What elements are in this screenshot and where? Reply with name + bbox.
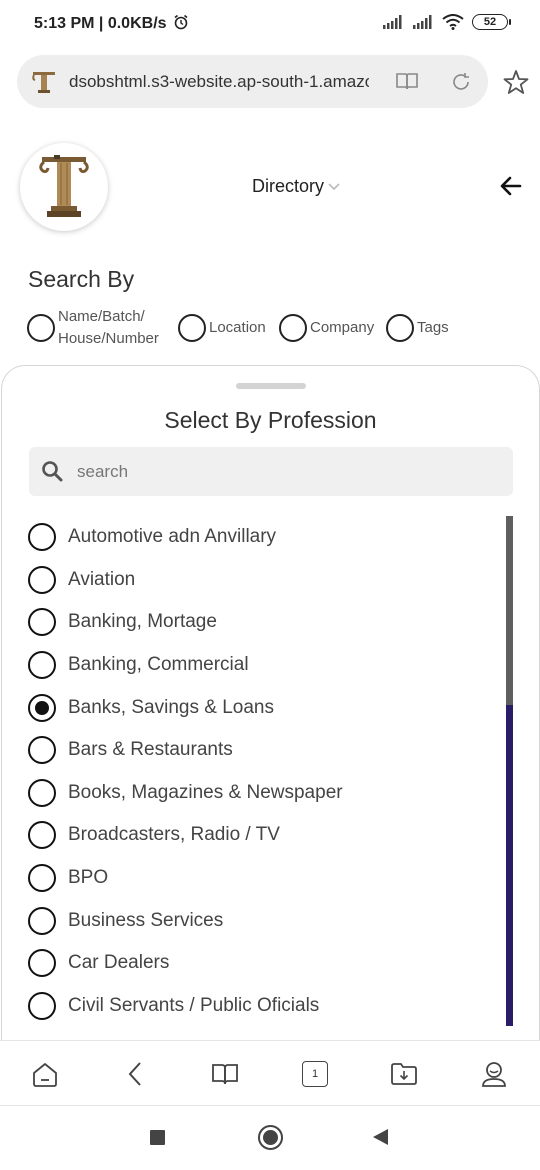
chevron-down-icon <box>328 182 340 190</box>
directory-label: Directory <box>252 176 325 196</box>
profession-item[interactable]: Banking, Commercial <box>28 644 488 687</box>
profession-item[interactable]: Books, Magazines & Newspaper <box>28 772 488 815</box>
search-by-title: Search By <box>28 266 135 292</box>
profession-item[interactable]: Car Dealers <box>28 942 488 985</box>
bookmarks-button[interactable] <box>210 1059 240 1089</box>
radio-button[interactable] <box>28 651 56 680</box>
profession-item[interactable]: Banks, Savings & Loans <box>28 686 488 729</box>
profession-item[interactable]: Banking, Mortage <box>28 601 488 644</box>
radio-button[interactable] <box>28 821 56 850</box>
radio-button[interactable] <box>28 864 56 893</box>
pillar-logo-icon <box>39 155 89 217</box>
reload-icon[interactable] <box>450 71 472 93</box>
profession-label: Automotive adn Anvillary <box>68 526 277 548</box>
option-label-line2: House/Number <box>58 330 159 347</box>
reader-mode-icon[interactable] <box>395 71 419 91</box>
signal-icon <box>413 15 432 29</box>
search-option-company[interactable]: Company <box>279 314 374 342</box>
search-option-tags[interactable]: Tags <box>386 314 449 342</box>
radio-button[interactable] <box>386 314 414 342</box>
radio-button[interactable] <box>28 949 56 978</box>
profession-label: BPO <box>68 867 109 889</box>
browser-toolbar: 1 <box>0 1040 540 1106</box>
option-label-line1: Name/Batch/ <box>58 308 145 325</box>
tabs-icon: 1 <box>302 1061 328 1087</box>
profession-item[interactable]: Broadcasters, Radio / TV <box>28 814 488 857</box>
status-bar: 5:13 PM | 0.0KB/s 52 <box>0 0 540 48</box>
radio-button[interactable] <box>28 608 56 637</box>
profession-item[interactable]: BPO <box>28 857 488 900</box>
search-option-name[interactable]: Name/Batch/ House/Number <box>27 306 175 350</box>
tabs-button[interactable]: 1 <box>300 1059 330 1089</box>
radio-button[interactable] <box>28 991 56 1020</box>
profile-button[interactable] <box>479 1059 509 1089</box>
profession-item[interactable]: Civil Servants / Public Oficials <box>28 985 488 1028</box>
download-folder-icon <box>391 1063 417 1085</box>
search-option-location[interactable]: Location <box>178 314 266 342</box>
profession-list: Automotive adn Anvillary Aviation Banking,… <box>28 516 488 1027</box>
bookmark-star-icon[interactable] <box>503 69 529 95</box>
downloads-button[interactable] <box>389 1059 419 1089</box>
profession-item[interactable]: Aviation <box>28 559 488 602</box>
radio-button[interactable] <box>279 314 307 342</box>
back-button[interactable] <box>120 1059 150 1089</box>
address-bar[interactable]: dsobshtml.s3-website.ap-south-1.amazonaw… <box>17 55 488 108</box>
site-favicon <box>32 72 55 93</box>
profession-bottom-sheet: Select By Profession Automotive adn Anvi… <box>1 365 540 1065</box>
profession-label: Banks, Savings & Loans <box>68 696 274 718</box>
profession-label: Banking, Commercial <box>68 654 249 676</box>
profession-label: Aviation <box>68 568 136 590</box>
profession-label: Banking, Mortage <box>68 611 217 633</box>
sheet-drag-handle[interactable] <box>236 383 306 389</box>
profile-icon <box>482 1062 506 1087</box>
profession-label: Business Services <box>68 909 224 931</box>
profession-label: Bars & Restaurants <box>68 739 233 761</box>
option-label: Tags <box>417 319 449 336</box>
profession-label: Books, Magazines & Newspaper <box>68 781 343 803</box>
option-label: Location <box>209 319 266 336</box>
radio-button[interactable] <box>28 778 56 807</box>
radio-button[interactable] <box>28 736 56 765</box>
radio-button[interactable] <box>28 906 56 935</box>
profession-item[interactable]: Automotive adn Anvillary <box>28 516 488 559</box>
home-icon <box>33 1063 57 1087</box>
back-triangle-icon[interactable] <box>373 1129 388 1145</box>
home-circle-icon[interactable] <box>258 1125 283 1150</box>
radio-button[interactable] <box>28 565 56 594</box>
arrow-left-icon[interactable] <box>500 176 522 196</box>
system-nav-bar <box>0 1106 540 1170</box>
radio-button[interactable] <box>27 314 55 342</box>
recents-icon[interactable] <box>150 1130 165 1145</box>
profession-label: Civil Servants / Public Oficials <box>68 994 320 1016</box>
radio-selected[interactable] <box>28 693 56 722</box>
chevron-left-icon <box>128 1062 141 1086</box>
profession-label: Car Dealers <box>68 952 170 974</box>
app-logo[interactable] <box>20 143 108 231</box>
directory-dropdown[interactable]: Directory <box>252 176 340 197</box>
scrollbar-thumb[interactable] <box>506 516 513 705</box>
radio-button[interactable] <box>178 314 206 342</box>
radio-button[interactable] <box>28 523 56 552</box>
alarm-icon <box>174 14 188 30</box>
home-button[interactable] <box>30 1059 60 1089</box>
battery-level: 52 <box>483 16 497 28</box>
status-time: 5:13 PM | 0.0KB/s <box>34 15 167 32</box>
book-icon <box>212 1064 238 1085</box>
scrollbar[interactable] <box>506 516 513 1026</box>
url-text[interactable]: dsobshtml.s3-website.ap-south-1.amazonaw… <box>69 72 369 92</box>
wifi-icon <box>442 14 464 30</box>
tab-count: 1 <box>311 1068 319 1080</box>
option-label: Company <box>310 319 375 336</box>
battery-icon: 52 <box>472 14 511 30</box>
profession-label: Broadcasters, Radio / TV <box>68 824 280 846</box>
search-input[interactable] <box>77 447 497 496</box>
radio-dot <box>35 700 49 715</box>
search-icon <box>42 461 63 482</box>
sheet-title: Select By Profession <box>164 407 377 433</box>
profession-search[interactable] <box>29 447 513 496</box>
signal-icon <box>383 15 402 29</box>
profession-item[interactable]: Bars & Restaurants <box>28 729 488 772</box>
profession-item[interactable]: Business Services <box>28 899 488 942</box>
